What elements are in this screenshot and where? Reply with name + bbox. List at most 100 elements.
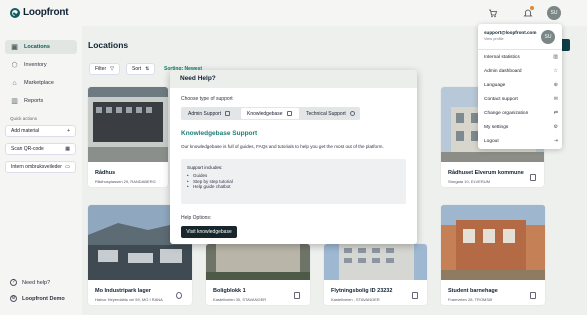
sidebar-item-label: Inventory [24,62,47,68]
sidebar-item-label: Locations [24,44,50,50]
mail-icon: ✉ [553,96,558,102]
plus-icon: + [67,128,70,134]
notification-badge [530,6,534,10]
menu-item-language[interactable]: Language ⊕ [484,80,558,90]
card-title: Mo Industripark lager [95,288,151,294]
qr-icon: ▦ [65,146,70,152]
menu-item-label: Change organization [484,110,529,116]
menu-item-contact-support[interactable]: Contact support ✉ [484,94,558,104]
support-includes-box: Support includes: Guides Step by step tu… [181,159,406,204]
location-card[interactable]: Rådhus Rådhusplassen 29, RANDABERG [88,87,168,187]
user-email: support@loopfront.com [484,30,537,35]
document-icon[interactable] [530,292,536,299]
loopfront-logo-icon [10,7,20,18]
gear-icon: ⚙ [10,295,17,302]
need-help-modal: Need Help? Choose type of support Admin … [170,70,417,244]
card-title: Rådhuset Elverum kommune [448,170,524,176]
location-card[interactable]: Boligblokk 1 Kastellveien 30, STAVANGER [206,244,310,305]
admin-icon [225,111,231,116]
menu-item-label: Language [484,82,506,88]
location-photo [324,244,427,280]
help-icon: ? [10,279,17,286]
scan-qr-button[interactable]: Scan QR-code ▦ [5,143,76,155]
menu-item-internal-statistics[interactable]: Internal statistics ▥ [484,52,558,62]
location-icon[interactable] [176,292,182,299]
cart-icon[interactable] [488,8,498,18]
view-profile-link[interactable]: View profile [484,37,504,41]
card-title: Rådhus [95,170,116,176]
gear-icon: ⚙ [553,124,558,130]
tab-admin-support[interactable]: Admin Support [182,108,240,119]
sort-label: Sort [132,66,142,72]
visit-knowledgebase-button[interactable]: Visit knowledgebase [181,226,237,238]
need-help-label: Need help? [22,279,51,286]
sidebar-item-inventory[interactable]: ⬡ Inventory [5,58,77,72]
page-title: Locations [88,40,129,50]
menu-item-label: My settings [484,124,509,130]
menu-item-label: Admin dashboard [484,68,522,74]
tab-label: Admin Support [188,110,222,117]
card-address: Framveien 28, TROMSØ [448,297,493,302]
card-address: Storgata 10, ELVERUM [448,179,490,184]
card-title: Student barnehage [448,288,498,294]
logo[interactable]: Loopfront [10,7,69,18]
reports-icon: ▥ [11,97,18,105]
sidebar-item-marketplace[interactable]: ⌂ Marketplace [5,76,77,90]
document-icon[interactable] [294,292,300,299]
menu-item-logout[interactable]: Logout ⇥ [484,136,558,146]
organization-switcher[interactable]: ⚙ Loopfront Demo [10,295,65,302]
menu-item-label: Logout [484,138,499,144]
card-address: Halvor Heyerdahls vei 59, MO I RANA [95,297,163,302]
top-bar: Loopfront SU [0,0,587,26]
star-icon: ☆ [553,68,558,74]
modal-title: Need Help? [170,70,417,88]
dropdown-avatar: SU [541,30,555,44]
document-icon[interactable] [530,174,536,181]
globe-icon: ⊕ [553,82,558,88]
document-icon[interactable] [412,292,418,299]
sort-icon: ⇅ [145,66,150,72]
ombruksveileder-button[interactable]: Intern ombruksveileder ▭ [5,161,76,173]
swap-icon: ⇄ [553,110,558,116]
location-photo [88,87,168,162]
card-address: Rådhusplassen 29, RANDABERG [95,179,156,184]
support-includes-heading: Support includes: [187,165,223,170]
location-photo [441,205,545,280]
card-title: Flytningsbolig ID 23232 [331,288,393,294]
monitor-icon: ▭ [65,164,70,170]
location-card[interactable]: Student barnehage Framveien 28, TROMSØ [441,205,545,305]
sort-button[interactable]: Sort ⇅ [126,63,156,75]
inventory-icon: ⬡ [11,61,18,69]
menu-item-admin-dashboard[interactable]: Admin dashboard ☆ [484,66,558,76]
button-label: Intern ombruksveileder [11,164,62,170]
tab-technical-support[interactable]: Technical Support [300,108,359,119]
list-item: Help guide chatbot [187,184,400,190]
divider [478,49,562,50]
quick-actions-title: Quick actions [10,116,38,121]
bar-chart-icon: ▥ [553,54,558,60]
user-avatar[interactable]: SU [547,6,561,20]
help-circle-icon [349,111,355,116]
location-card[interactable]: Flytningsbolig ID 23232 Kastellveien , S… [324,244,427,305]
need-help-link[interactable]: ? Need help? [10,279,50,286]
tab-label: Technical Support [306,110,346,117]
add-material-button[interactable]: Add material + [5,125,76,137]
support-type-tabs: Admin Support Knowledgebase Technical Su… [181,107,360,120]
filter-label: Filter [95,66,107,72]
logout-icon: ⇥ [553,138,558,144]
organization-label: Loopfront Demo [22,295,65,302]
sidebar-item-locations[interactable]: ▣ Locations [5,40,77,54]
tab-knowledgebase[interactable]: Knowledgebase [241,108,299,119]
sidebar-item-reports[interactable]: ▥ Reports [5,94,77,108]
book-icon [286,111,292,116]
filter-button[interactable]: Filter ▽ [89,63,120,75]
locations-icon: ▣ [11,43,18,51]
sidebar-item-label: Reports [24,98,44,104]
menu-item-my-settings[interactable]: My settings ⚙ [484,122,558,132]
card-title: Boligblokk 1 [213,288,246,294]
menu-item-label: Internal statistics [484,54,520,60]
button-label: Scan QR-code [11,146,44,152]
menu-item-change-organization[interactable]: Change organization ⇄ [484,108,558,118]
choose-support-label: Choose type of support [181,96,233,102]
card-address: Kastellveien 30, STAVANGER [213,297,267,302]
